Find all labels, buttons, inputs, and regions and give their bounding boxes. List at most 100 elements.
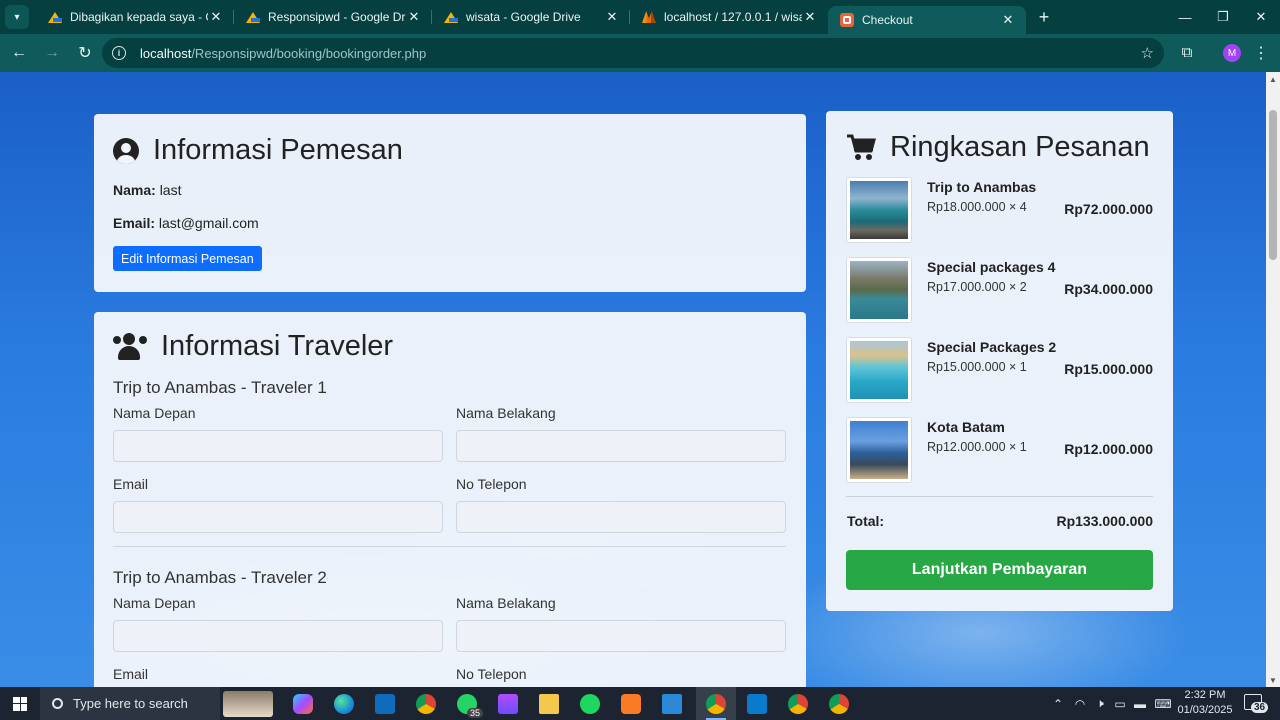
scroll-down-arrow-icon[interactable]: ▼ bbox=[1266, 673, 1280, 687]
tab-close-icon[interactable]: ✕ bbox=[406, 9, 422, 25]
traveler-heading: Informasi Traveler bbox=[113, 330, 393, 363]
tab-checkout[interactable]: Checkout ✕ bbox=[828, 6, 1026, 34]
site-info-icon[interactable]: i bbox=[112, 46, 126, 60]
item-thumbnail bbox=[846, 177, 912, 243]
last-name-label: Nama Belakang bbox=[456, 405, 556, 421]
pemesan-title: Informasi Pemesan bbox=[153, 134, 403, 166]
summary-item: Special packages 4 Rp17.000.000 × 2 Rp34… bbox=[846, 257, 1153, 323]
pemesan-heading: Informasi Pemesan bbox=[113, 134, 403, 167]
bookmark-star-icon[interactable]: ☆ bbox=[1141, 44, 1154, 62]
item-thumbnail bbox=[846, 417, 912, 483]
page-scrollbar[interactable]: ▲ ▼ bbox=[1266, 72, 1280, 687]
email-label: Email: bbox=[113, 215, 156, 231]
window-app-icon[interactable] bbox=[652, 687, 692, 720]
summary-heading: Ringkasan Pesanan bbox=[846, 131, 1150, 164]
email-value: last@gmail.com bbox=[158, 215, 259, 231]
battery-icon[interactable]: ▭ bbox=[1110, 697, 1130, 711]
minimize-button[interactable]: — bbox=[1166, 0, 1204, 34]
traveler-1-phone-input[interactable] bbox=[456, 501, 786, 533]
url-host: localhost bbox=[140, 45, 192, 61]
traveler-1-last-name-input[interactable] bbox=[456, 430, 786, 462]
item-name: Special packages 4 bbox=[927, 259, 1056, 275]
vscode-icon[interactable] bbox=[737, 687, 777, 720]
chrome-profile-icon[interactable] bbox=[696, 687, 736, 720]
windows-start-button[interactable] bbox=[0, 687, 40, 720]
traveler-divider bbox=[113, 546, 786, 547]
keyboard-icon[interactable]: ⌨ bbox=[1150, 697, 1176, 711]
item-thumbnail bbox=[846, 337, 912, 403]
url-path: /Responsipwd/booking/bookingorder.php bbox=[191, 45, 427, 61]
tab-close-icon[interactable]: ✕ bbox=[802, 9, 818, 25]
clock-date: 01/03/2025 bbox=[1177, 704, 1233, 716]
chevron-up-icon[interactable]: ⌃ bbox=[1050, 697, 1066, 711]
search-highlight-icon[interactable] bbox=[220, 687, 276, 720]
chrome-icon[interactable] bbox=[778, 687, 818, 720]
pen-icon[interactable]: ▬ bbox=[1130, 697, 1150, 711]
whatsapp-icon[interactable]: 35 bbox=[447, 687, 487, 720]
outlook-icon[interactable] bbox=[365, 687, 405, 720]
tab-title: Responsipwd - Google Drive bbox=[268, 10, 406, 24]
name-value: last bbox=[159, 182, 182, 198]
traveler-2-first-name-input[interactable] bbox=[113, 620, 443, 652]
network-icon[interactable]: ◠ bbox=[1070, 697, 1090, 711]
traveler-2-last-name-input[interactable] bbox=[456, 620, 786, 652]
tab-dibagikan[interactable]: Dibagikan kepada saya - Google Drive ✕ bbox=[36, 0, 234, 34]
google-drive-icon bbox=[48, 10, 62, 24]
tab-title: Checkout bbox=[862, 13, 913, 27]
tab-close-icon[interactable]: ✕ bbox=[1000, 12, 1016, 28]
browser-menu-icon[interactable]: ⋮ bbox=[1253, 43, 1269, 63]
reload-icon[interactable]: ↻ bbox=[70, 38, 100, 68]
chrome-icon[interactable] bbox=[819, 687, 859, 720]
url-text[interactable]: localhost/Responsipwd/booking/bookingord… bbox=[140, 46, 426, 61]
xampp-icon[interactable] bbox=[611, 687, 651, 720]
volume-icon[interactable]: 🕨 bbox=[1090, 696, 1110, 711]
item-qty: Rp15.000.000 × 1 bbox=[927, 360, 1027, 374]
profile-avatar[interactable]: M bbox=[1223, 44, 1241, 62]
phpmyadmin-icon bbox=[642, 10, 656, 24]
tab-search-button[interactable]: ▾ bbox=[5, 5, 29, 29]
scrollbar-thumb[interactable] bbox=[1269, 110, 1277, 260]
copilot-icon[interactable] bbox=[283, 687, 323, 720]
close-window-button[interactable]: ✕ bbox=[1242, 0, 1280, 34]
tab-responsipwd[interactable]: Responsipwd - Google Drive ✕ bbox=[234, 0, 432, 34]
item-name: Kota Batam bbox=[927, 419, 1005, 435]
tab-close-icon[interactable]: ✕ bbox=[208, 9, 224, 25]
pemesan-card: Informasi Pemesan Nama: last Email: last… bbox=[94, 114, 806, 292]
whatsapp-badge: 35 bbox=[466, 708, 483, 718]
taskbar-clock[interactable]: 2:32 PM 01/03/2025 bbox=[1176, 688, 1234, 718]
phone-label: No Telepon bbox=[456, 476, 527, 492]
file-explorer-icon[interactable] bbox=[529, 687, 569, 720]
first-name-label: Nama Depan bbox=[113, 595, 196, 611]
address-bar[interactable]: i localhost/Responsipwd/booking/bookingo… bbox=[102, 38, 1164, 68]
scroll-up-arrow-icon[interactable]: ▲ bbox=[1266, 72, 1280, 86]
tab-title: localhost / 127.0.0.1 / wisata / u bbox=[664, 10, 802, 24]
stack-app-icon[interactable] bbox=[488, 687, 528, 720]
item-price: Rp12.000.000 bbox=[1064, 441, 1153, 457]
last-name-label: Nama Belakang bbox=[456, 595, 556, 611]
traveler-1-first-name-input[interactable] bbox=[113, 430, 443, 462]
continue-payment-button[interactable]: Lanjutkan Pembayaran bbox=[846, 550, 1153, 590]
back-arrow-icon[interactable]: ← bbox=[4, 38, 34, 68]
pemesan-email-line: Email: last@gmail.com bbox=[113, 215, 259, 231]
item-name: Special Packages 2 bbox=[927, 339, 1057, 355]
traveler-1-email-input[interactable] bbox=[113, 501, 443, 533]
tab-close-icon[interactable]: ✕ bbox=[604, 9, 620, 25]
spotify-icon[interactable] bbox=[570, 687, 610, 720]
forward-arrow-icon[interactable]: → bbox=[37, 38, 67, 68]
phone-label: No Telepon bbox=[456, 666, 527, 682]
taskbar-search-box[interactable]: Type here to search bbox=[40, 687, 220, 720]
tab-phpmyadmin[interactable]: localhost / 127.0.0.1 / wisata / u ✕ bbox=[630, 0, 828, 34]
extensions-icon[interactable]: ⧉ bbox=[1178, 43, 1196, 61]
new-tab-button[interactable]: + bbox=[1030, 3, 1058, 31]
chrome-icon[interactable] bbox=[406, 687, 446, 720]
edit-pemesan-button[interactable]: Edit Informasi Pemesan bbox=[113, 246, 262, 271]
browser-tab-bar: ▾ Dibagikan kepada saya - Google Drive ✕… bbox=[0, 0, 1280, 34]
users-icon bbox=[113, 332, 147, 361]
shopping-cart-icon bbox=[846, 134, 876, 162]
windows-taskbar: Type here to search 35 ⌃ ◠ 🕨 ▭ ▬ ⌨ 2:32 … bbox=[0, 687, 1280, 720]
item-price: Rp15.000.000 bbox=[1064, 361, 1153, 377]
maximize-button[interactable]: ❐ bbox=[1204, 0, 1242, 34]
edge-icon[interactable] bbox=[324, 687, 364, 720]
tab-wisata[interactable]: wisata - Google Drive ✕ bbox=[432, 0, 630, 34]
system-tray: ⌃ ◠ 🕨 ▭ ▬ ⌨ bbox=[1050, 687, 1176, 720]
